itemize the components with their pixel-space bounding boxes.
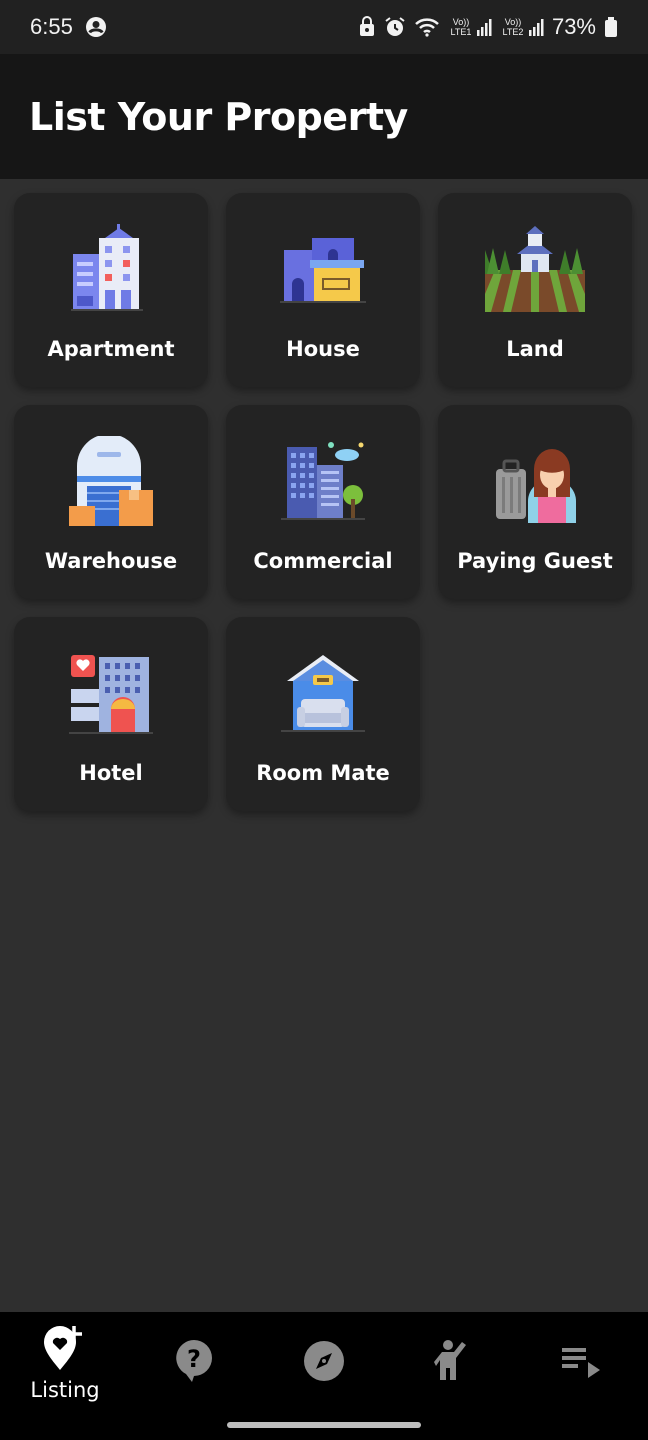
- wifi-icon: [414, 16, 440, 38]
- sim2-signal-icon: Vo)) LTE2: [500, 17, 544, 37]
- alarm-icon: [384, 16, 406, 38]
- property-card-warehouse[interactable]: Warehouse: [14, 405, 208, 599]
- sim2-label: Vo)) LTE2: [502, 17, 524, 37]
- app-header: List Your Property: [0, 54, 648, 179]
- property-card-hotel[interactable]: Hotel: [14, 617, 208, 811]
- property-label: Warehouse: [44, 549, 178, 573]
- battery-percent: 73%: [551, 14, 596, 39]
- property-card-room-mate[interactable]: Room Mate: [226, 617, 420, 811]
- room-mate-icon: [273, 643, 373, 743]
- nav-item-playlist[interactable]: [532, 1324, 632, 1404]
- property-label: Commercial: [253, 549, 393, 573]
- nav-item-activity[interactable]: [402, 1324, 502, 1404]
- sim1-signal-icon: Vo)) LTE1: [448, 17, 492, 37]
- property-label: Land: [506, 337, 564, 361]
- home-indicator[interactable]: [227, 1422, 421, 1428]
- page-title: List Your Property: [29, 94, 408, 139]
- status-right: Vo)) LTE1 Vo)) LTE2 73%: [358, 14, 618, 40]
- land-icon: [485, 219, 585, 319]
- status-time: 6:55: [30, 14, 73, 39]
- svg-text:?: ?: [187, 1345, 201, 1373]
- property-card-commercial[interactable]: Commercial: [226, 405, 420, 599]
- property-label: House: [286, 337, 360, 361]
- playlist-play-icon: [560, 1344, 604, 1384]
- nav-label-listing: Listing: [30, 1378, 100, 1402]
- lock-icon: [358, 16, 376, 38]
- nav-item-listing[interactable]: Listing: [15, 1324, 115, 1404]
- hotel-icon: [61, 643, 161, 743]
- nav-item-help[interactable]: ?: [144, 1324, 244, 1404]
- property-label: Hotel: [79, 761, 143, 785]
- commercial-icon: [273, 431, 373, 531]
- help-icon: ?: [174, 1338, 214, 1386]
- sim1-label: Vo)) LTE1: [450, 17, 472, 37]
- apartment-icon: [61, 219, 161, 319]
- property-card-paying-guest[interactable]: Paying Guest: [438, 405, 632, 599]
- property-card-land[interactable]: Land: [438, 193, 632, 387]
- nav-item-explore[interactable]: [274, 1324, 374, 1404]
- property-type-grid: Apartment House Land Warehouse Commercia…: [14, 193, 636, 811]
- person-waving-icon: [434, 1338, 470, 1386]
- battery-icon: [604, 16, 618, 38]
- compass-icon: [303, 1340, 345, 1386]
- warehouse-icon: [61, 431, 161, 531]
- property-card-apartment[interactable]: Apartment: [14, 193, 208, 387]
- property-label: Apartment: [47, 337, 175, 361]
- bottom-navigation: Listing ?: [0, 1312, 648, 1440]
- status-bar: 6:55 Vo)) LTE1 Vo)) LTE2 73%: [0, 0, 648, 54]
- property-label: Room Mate: [256, 761, 390, 785]
- property-label: Paying Guest: [457, 549, 613, 573]
- status-left: 6:55: [30, 14, 107, 40]
- paying-guest-icon: [485, 431, 585, 531]
- property-card-house[interactable]: House: [226, 193, 420, 387]
- add-location-icon: [40, 1324, 90, 1376]
- account-circle-icon: [85, 16, 107, 38]
- house-icon: [273, 219, 373, 319]
